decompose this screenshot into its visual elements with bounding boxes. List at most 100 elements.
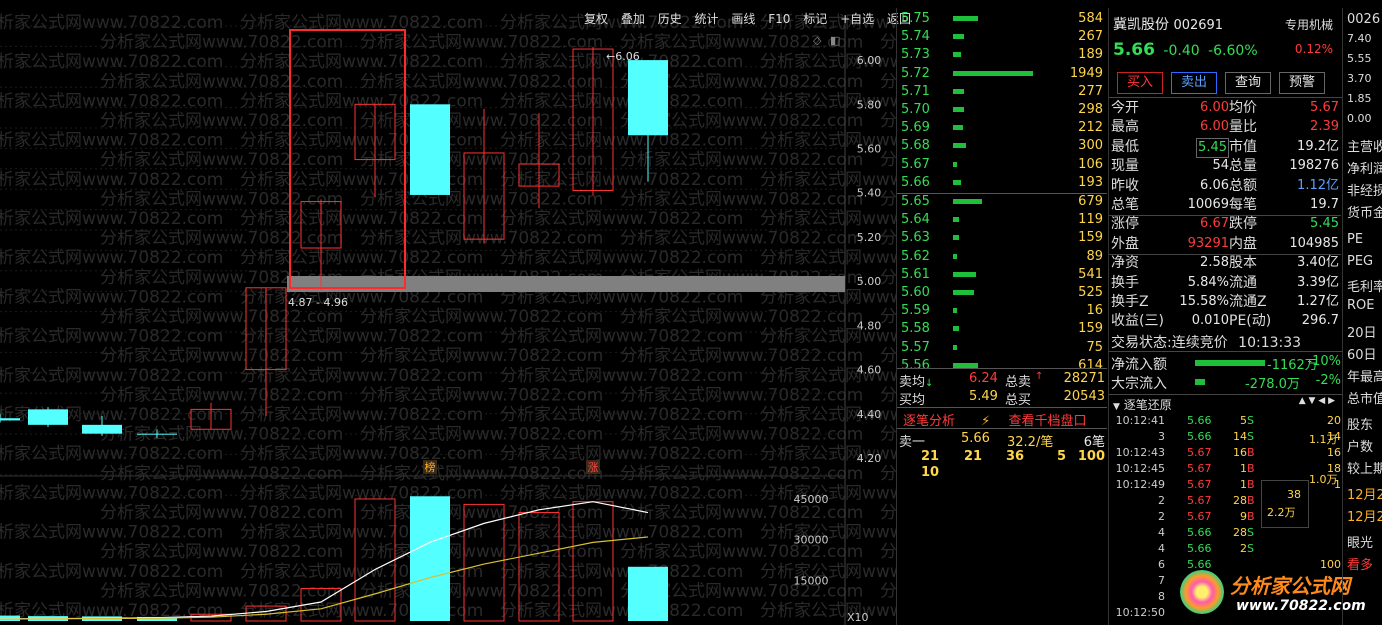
stat-value: 5.45 [1196,137,1229,158]
level-volume: 119 [1078,212,1103,228]
stat-value: 6.06 [1200,177,1229,193]
watermark: 分析家公式网www.70822.com [100,72,343,92]
sell-button[interactable]: 卖出 [1171,72,1217,94]
stat-label: 昨收 [1111,177,1139,194]
order-level[interactable]: 5.60 525 [897,284,1107,302]
toolbar-f10-button[interactable]: F10 [768,12,790,26]
toolbar-fuquan-button[interactable]: 复权 [584,12,608,26]
event-tag[interactable]: 涨 [588,461,599,474]
diamond-icon[interactable]: ◇ [813,34,822,47]
watermark: 分析家公式网www.70822.com [620,385,863,405]
stat-label: 净资 [1111,255,1139,272]
order-level[interactable]: 5.74 267 [897,28,1107,46]
watermark: 分析家公式网www.70822.com [500,562,743,582]
order-level[interactable]: 5.59 16 [897,302,1107,320]
order-level[interactable]: 5.57 75 [897,339,1107,357]
panel-icon[interactable]: ◧ [830,34,840,47]
watermark: 分析家公式网www.70822.com [0,287,223,307]
tick-row: 3 5.66 14 S 14 [1109,429,1343,445]
kline-chart[interactable]: 分析家公式网www.70822.com 分析家公式网www.70822.com 分析… [0,0,896,625]
toolbar-stats-button[interactable]: 统计 [695,12,719,26]
tick-analysis-link[interactable]: 逐笔分析 [903,414,955,429]
price-tick-label: 5.20 [857,231,882,244]
side-panel-item: 主营收 [1347,140,1382,155]
candle-body [410,104,450,195]
stat-label: 内盘 [1229,235,1257,252]
side-panel-item: 1.85 [1347,92,1372,105]
query-button[interactable]: 查询 [1225,72,1271,94]
netflow-row: 大宗流入 -278.0万 -2% [1111,373,1341,392]
toolbar-draw-button[interactable]: 画线 [731,12,755,26]
level-bar [953,161,957,167]
level-price: 5.61 [901,266,930,282]
order-level[interactable]: 5.64 119 [897,211,1107,229]
tick-panel-title: 逐笔还原 [1123,398,1172,412]
stat-label: 最低 [1111,138,1139,155]
volume-unit: X10 [847,611,869,624]
order-level[interactable]: 5.71 277 [897,83,1107,101]
order-level[interactable]: 5.70 298 [897,101,1107,119]
tick-price: 5.66 [1187,542,1212,555]
order-level[interactable]: 5.63 159 [897,229,1107,247]
watermark: 分析家公式网www.70822.com [0,52,223,72]
alert-button[interactable]: 预警 [1279,72,1325,94]
stat-row: 最低 5.45 市值 19.2亿 [1111,137,1341,158]
tick-panel-controls[interactable]: ▲ ▼ ◀ ▶ [1299,396,1335,406]
order-level[interactable]: 5.68 300 [897,137,1107,155]
tick-side: S [1247,542,1254,555]
level-price: 5.58 [901,321,930,337]
watermark: 分析家公式网www.70822.com [620,229,863,249]
toolbar-mark-button[interactable]: 标记 [803,12,827,26]
order-level[interactable]: 5.61 541 [897,266,1107,284]
watermark: 分析家公式网www.70822.com [100,346,343,366]
level-price: 5.67 [901,156,930,172]
depth-link[interactable]: 查看千档盘口 [1008,414,1086,429]
tick-time: 10:12:50 [1115,606,1165,619]
tick-count: 20 [1327,414,1341,427]
order-level[interactable]: 5.67 106 [897,156,1107,174]
buy-button[interactable]: 买入 [1117,72,1163,94]
order-level[interactable]: 5.58 159 [897,320,1107,338]
level-bar [953,290,974,295]
side-panel-item: 非经损 [1347,184,1382,199]
stat-label: 总笔 [1111,197,1139,213]
stat-row: 换手 5.84% 流通 3.39亿 [1111,274,1341,292]
stat-label: 总量 [1229,158,1257,175]
toolbar-add-watch-button[interactable]: +自选 [840,12,874,26]
collapse-icon[interactable]: ▼ [1113,402,1120,412]
order-level[interactable]: 5.69 212 [897,119,1107,137]
watermark: 分析家公式网www.70822.com [360,425,603,445]
stat-value: 6.67 [1200,216,1229,232]
level-bar [953,34,965,40]
watermark: 分析家公式网www.70822.com [0,170,223,190]
order-level[interactable]: 5.66 193 [897,174,1107,192]
order-level[interactable]: 5.65 679 [897,193,1107,211]
stat-label: PE(动) [1229,313,1272,330]
stat-value: 10069 [1187,197,1229,212]
toolbar-diejia-button[interactable]: 叠加 [621,12,645,26]
stat-value: 1.27亿 [1297,294,1339,309]
tick-row: 10:12:43 5.67 16 B 16 [1109,445,1343,461]
watermark: 分析家公式网www.70822.com [880,581,896,601]
order-level[interactable]: 5.73 189 [897,46,1107,64]
stat-value: 3.39亿 [1297,274,1339,290]
stat-label: 流通 [1229,274,1257,291]
queue-order: 5 [1057,449,1067,464]
stat-label: 涨停 [1111,216,1139,233]
tick-volume: 14 [1233,430,1247,443]
price-tick-label: 4.40 [857,408,882,421]
toolbar-history-button[interactable]: 历史 [658,12,682,26]
order-level[interactable]: 5.62 89 [897,248,1107,266]
total-buy-value: 20543 [1063,389,1105,404]
level-volume: 584 [1078,11,1103,26]
candle-body [628,60,668,136]
watermark: 分析家公式网www.70822.com [500,131,743,151]
order-level[interactable]: 5.72 1949 [897,65,1107,83]
order-book: 5.75 584 5.74 267 5.73 189 5.72 1949 5.71 277 5.70… [896,8,1109,625]
watermark: 分析家公式网www.70822.com [500,601,743,621]
order-level[interactable]: 5.75 584 [897,10,1107,28]
candle-body [28,409,68,425]
level-price: 5.66 [901,174,930,190]
watermark: 分析家公式网www.70822.com [880,542,896,562]
event-tag[interactable]: 榜 [425,460,436,474]
